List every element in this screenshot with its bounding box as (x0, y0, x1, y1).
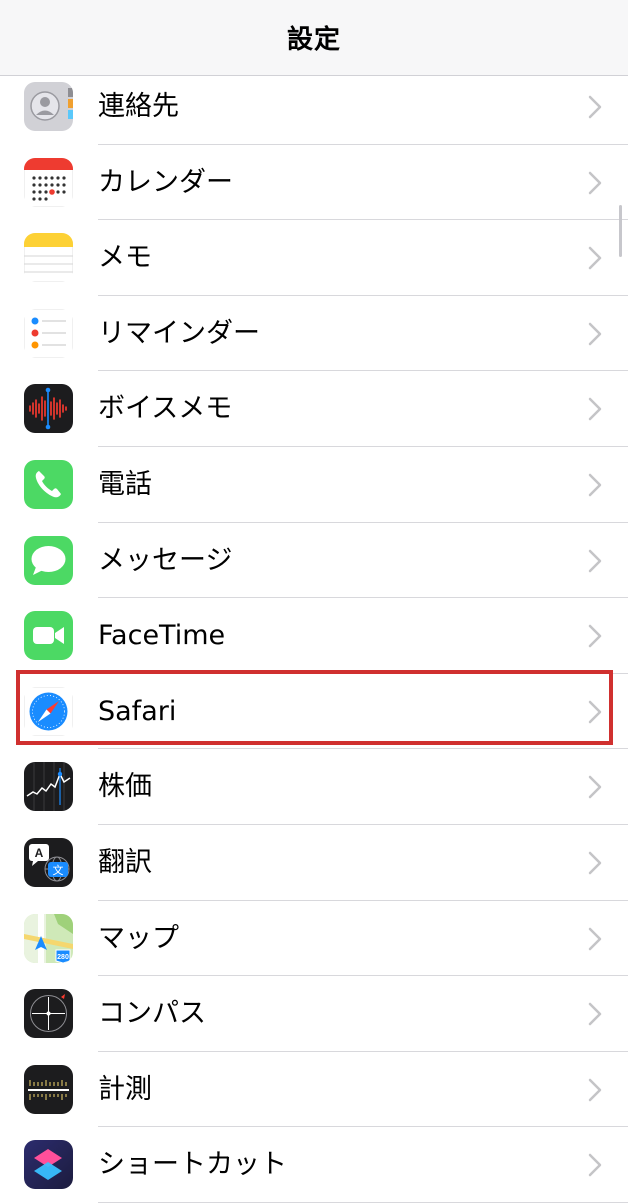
chevron-right-icon (588, 1002, 602, 1026)
settings-row-shortcuts[interactable]: ショートカット (0, 1127, 628, 1203)
settings-row-label: 株価 (98, 771, 152, 803)
notes-icon (24, 233, 73, 283)
safari-icon (24, 686, 73, 736)
settings-row-label: ボイスメモ (98, 393, 233, 425)
settings-row-label: 翻訳 (98, 846, 152, 878)
settings-row-maps[interactable]: 280 マップ (0, 901, 628, 977)
settings-row-compass[interactable]: コンパス (0, 976, 628, 1052)
chevron-right-icon (588, 776, 602, 799)
settings-list: 連絡先 カレンダー メモ リマインダー ボイスメモ 電話 メッセージ FaceT… (0, 69, 628, 1203)
settings-row-label: マップ (98, 922, 179, 954)
scroll-indicator[interactable] (619, 205, 622, 257)
chevron-right-icon (588, 473, 602, 497)
settings-row-label: リマインダー (98, 317, 260, 349)
shortcuts-icon (24, 1140, 73, 1190)
calendar-icon (24, 157, 73, 207)
phone-icon (24, 459, 73, 509)
chevron-right-icon (588, 322, 602, 346)
voice-memos-icon (24, 384, 73, 434)
settings-row-notes[interactable]: メモ (0, 220, 628, 296)
translate-icon: A 文 (24, 837, 73, 887)
chevron-right-icon (588, 1078, 602, 1101)
chevron-right-icon (588, 398, 602, 421)
settings-row-label: メッセージ (98, 544, 233, 576)
settings-row-label: 計測 (98, 1073, 152, 1105)
chevron-right-icon (588, 171, 602, 194)
settings-row-phone[interactable]: 電話 (0, 447, 628, 523)
settings-row-translate[interactable]: A 文 翻訳 (0, 825, 628, 901)
settings-row-label: カレンダー (98, 166, 233, 198)
chevron-right-icon (588, 927, 602, 950)
maps-icon: 280 (24, 913, 73, 963)
chevron-right-icon (588, 851, 602, 875)
facetime-icon (24, 611, 73, 661)
translate-glyph-a: A (35, 846, 44, 860)
stocks-icon (24, 762, 73, 812)
maps-badge-text: 280 (57, 954, 69, 961)
contacts-icon (24, 82, 73, 131)
settings-row-contacts[interactable]: 連絡先 (0, 69, 628, 145)
chevron-right-icon (588, 549, 602, 572)
settings-row-label: 連絡先 (98, 91, 179, 122)
settings-row-voice-memos[interactable]: ボイスメモ (0, 371, 628, 447)
chevron-right-icon (588, 700, 602, 723)
settings-row-label: FaceTime (98, 620, 226, 652)
settings-row-measure[interactable]: 計測 (0, 1052, 628, 1128)
chevron-right-icon (588, 95, 602, 119)
messages-icon (24, 535, 73, 585)
compass-icon (24, 989, 73, 1039)
settings-row-messages[interactable]: メッセージ (0, 523, 628, 599)
chevron-right-icon (588, 624, 602, 648)
settings-row-label: ショートカット (98, 1149, 287, 1181)
settings-row-stocks[interactable]: 株価 (0, 749, 628, 825)
settings-row-label: Safari (98, 695, 177, 727)
settings-row-label: 電話 (98, 468, 152, 500)
navigation-bar: 設定 (0, 0, 628, 76)
settings-row-facetime[interactable]: FaceTime (0, 598, 628, 674)
settings-row-reminders[interactable]: リマインダー (0, 296, 628, 372)
settings-row-safari[interactable]: Safari (0, 674, 628, 750)
chevron-right-icon (588, 1154, 602, 1177)
page-title: 設定 (286, 25, 341, 55)
translate-glyph-b: 文 (53, 863, 64, 877)
settings-row-label: コンパス (98, 998, 206, 1030)
chevron-right-icon (588, 246, 602, 270)
settings-row-label: メモ (98, 242, 152, 274)
reminders-icon (24, 308, 73, 358)
measure-icon (24, 1064, 73, 1114)
settings-row-calendar[interactable]: カレンダー (0, 145, 628, 221)
